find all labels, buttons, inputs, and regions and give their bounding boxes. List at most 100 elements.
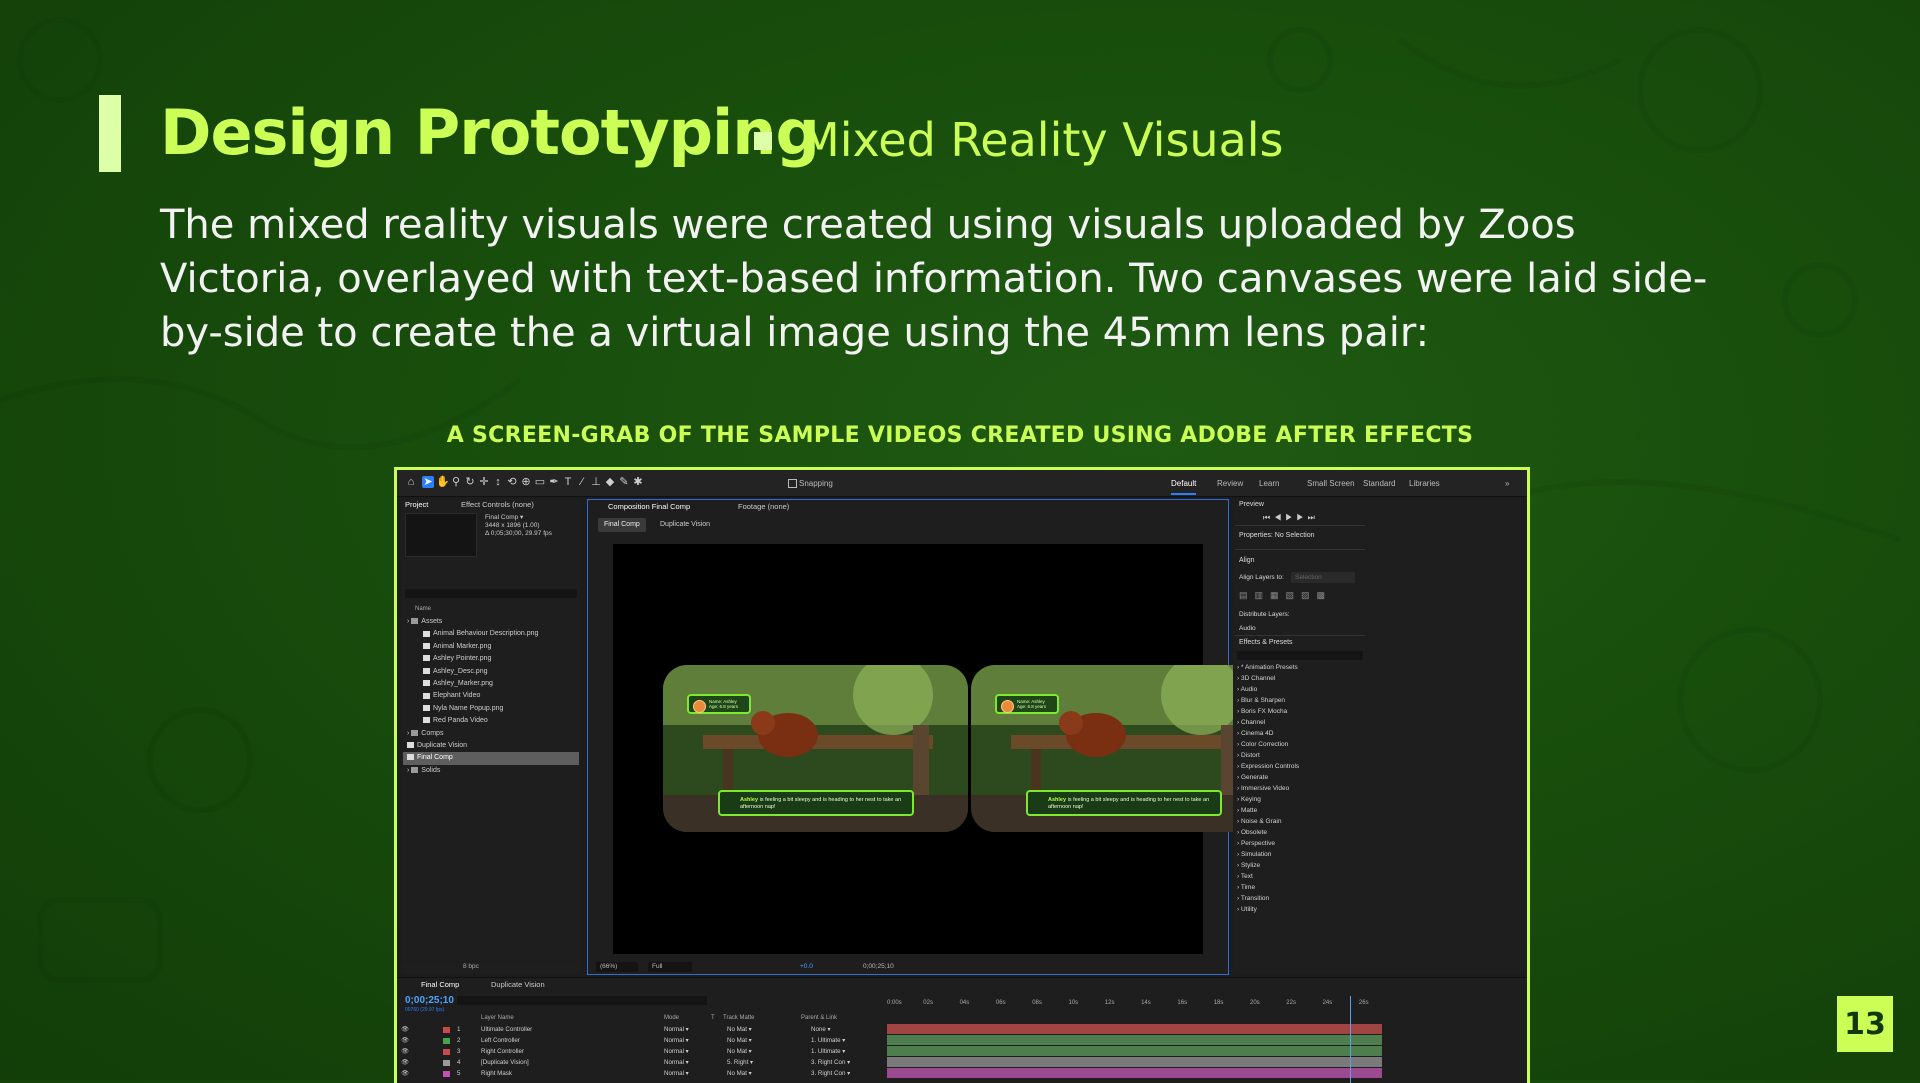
timeline-layer-row[interactable]: 👁 4 [Duplicate Vision] Normal ▾ 5. Right ▾ 3.… bbox=[397, 1057, 882, 1068]
workspace-default[interactable]: Default bbox=[1171, 479, 1197, 495]
tab-timeline-final-comp[interactable]: Final Comp bbox=[421, 980, 459, 989]
workspace-libraries[interactable]: Libraries bbox=[1409, 479, 1440, 488]
align-target-dropdown[interactable]: Selection bbox=[1291, 572, 1355, 583]
resolution-dropdown[interactable]: Full bbox=[648, 962, 692, 972]
effect-category[interactable]: › Boris FX Mocha bbox=[1237, 706, 1367, 717]
project-item[interactable]: Final Comp bbox=[403, 752, 579, 765]
roto-brush-icon[interactable]: ✎ bbox=[618, 476, 630, 488]
parent-dropdown[interactable]: None ▾ bbox=[811, 1024, 831, 1035]
preview-controls[interactable]: ⏮◀▶▶⏭ bbox=[1263, 513, 1319, 523]
align-panel-title[interactable]: Align bbox=[1239, 557, 1255, 564]
orbit-camera-icon[interactable]: ↻ bbox=[464, 476, 476, 488]
project-item[interactable]: Ashley_Marker.png bbox=[403, 678, 579, 690]
eye-icon[interactable]: 👁 bbox=[401, 1057, 409, 1068]
layer-color-label[interactable] bbox=[443, 1038, 450, 1044]
tab-composition[interactable]: Composition Final Comp bbox=[608, 502, 690, 511]
effect-category[interactable]: › Matte bbox=[1237, 805, 1367, 816]
anchor-point-tool-icon[interactable]: ⊕ bbox=[520, 476, 532, 488]
current-time-indicator[interactable] bbox=[1350, 996, 1351, 1083]
effect-category[interactable]: › Audio bbox=[1237, 684, 1367, 695]
parent-dropdown[interactable]: 1. Ultimate ▾ bbox=[811, 1035, 845, 1046]
effect-category[interactable]: › Expression Controls bbox=[1237, 761, 1367, 772]
effect-category[interactable]: › Time bbox=[1237, 882, 1367, 893]
project-item[interactable]: Duplicate Vision bbox=[403, 740, 579, 752]
eraser-icon[interactable]: ◆ bbox=[604, 476, 616, 488]
eye-icon[interactable]: 👁 bbox=[401, 1035, 409, 1046]
effect-category[interactable]: › Color Correction bbox=[1237, 739, 1367, 750]
effect-category[interactable]: › Text bbox=[1237, 871, 1367, 882]
rotate-tool-icon[interactable]: ⟲ bbox=[506, 476, 518, 488]
layer-mode-dropdown[interactable]: Normal ▾ bbox=[664, 1068, 689, 1079]
audio-panel-title[interactable]: Audio bbox=[1239, 625, 1256, 632]
project-item[interactable]: Ashley_Desc.png bbox=[403, 666, 579, 678]
track-matte-dropdown[interactable]: No Mat ▾ bbox=[727, 1035, 752, 1046]
project-item[interactable]: Elephant Video bbox=[403, 690, 579, 702]
type-tool-icon[interactable]: T bbox=[562, 476, 574, 488]
more-workspaces-icon[interactable]: » bbox=[1505, 479, 1509, 488]
tab-project[interactable]: Project bbox=[405, 500, 428, 509]
layer-duration-bar[interactable] bbox=[887, 1046, 1382, 1056]
zoom-tool-icon[interactable]: ⚲ bbox=[450, 476, 462, 488]
puppet-pin-icon[interactable]: ✱ bbox=[632, 476, 644, 488]
layer-color-label[interactable] bbox=[443, 1027, 450, 1033]
parent-dropdown[interactable]: 3. Right Con ▾ bbox=[811, 1057, 850, 1068]
tab-effect-controls[interactable]: Effect Controls (none) bbox=[461, 500, 534, 509]
layer-mode-dropdown[interactable]: Normal ▾ bbox=[664, 1046, 689, 1057]
clone-stamp-icon[interactable]: ⊥ bbox=[590, 476, 602, 488]
project-item[interactable]: › Solids bbox=[403, 765, 579, 777]
align-buttons[interactable]: ▤▥▦▧▨▩ bbox=[1239, 590, 1332, 601]
effects-presets-title[interactable]: Effects & Presets bbox=[1239, 639, 1293, 646]
subtab-final-comp[interactable]: Final Comp bbox=[598, 518, 646, 532]
tab-footage[interactable]: Footage (none) bbox=[738, 502, 789, 511]
timeline-layer-row[interactable]: 👁 5 Right Mask Normal ▾ No Mat ▾ 3. Right Con… bbox=[397, 1068, 882, 1079]
time-ruler[interactable]: 0:00s 02s 04s 06s 08s 10s 12s 14s 16s 18s 20s 22s 24… bbox=[887, 1000, 1387, 1010]
project-search-input[interactable] bbox=[405, 589, 577, 598]
layer-duration-bar[interactable] bbox=[887, 1035, 1382, 1045]
layer-duration-bar[interactable] bbox=[887, 1057, 1382, 1067]
hand-tool-icon[interactable]: ✋ bbox=[436, 476, 450, 488]
layer-duration-bar[interactable] bbox=[887, 1068, 1382, 1078]
layer-color-label[interactable] bbox=[443, 1060, 450, 1066]
track-matte-dropdown[interactable]: No Mat ▾ bbox=[727, 1024, 752, 1035]
eye-icon[interactable]: 👁 bbox=[401, 1024, 409, 1035]
layer-color-label[interactable] bbox=[443, 1049, 450, 1055]
project-item[interactable]: › Assets bbox=[403, 616, 579, 628]
selection-tool-icon[interactable]: ➤ bbox=[422, 476, 434, 488]
timeline-layer-row[interactable]: 👁 2 Left Controller Normal ▾ No Mat ▾ 1. Ulti… bbox=[397, 1035, 882, 1046]
track-matte-dropdown[interactable]: No Mat ▾ bbox=[727, 1046, 752, 1057]
home-icon[interactable]: ⌂ bbox=[405, 476, 417, 488]
layer-duration-bar[interactable] bbox=[887, 1024, 1382, 1034]
eye-icon[interactable]: 👁 bbox=[401, 1068, 409, 1079]
effect-category[interactable]: › Cinema 4D bbox=[1237, 728, 1367, 739]
track-matte-dropdown[interactable]: 5. Right ▾ bbox=[727, 1057, 753, 1068]
subtab-duplicate-vision[interactable]: Duplicate Vision bbox=[654, 518, 716, 532]
name-column-header[interactable]: Name bbox=[415, 606, 431, 612]
effect-category[interactable]: › Obsolete bbox=[1237, 827, 1367, 838]
project-item[interactable]: Ashley Pointer.png bbox=[403, 653, 579, 665]
exposure-value[interactable]: +0.0 bbox=[800, 963, 813, 970]
effects-search-input[interactable] bbox=[1237, 651, 1363, 660]
layer-mode-dropdown[interactable]: Normal ▾ bbox=[664, 1024, 689, 1035]
parent-dropdown[interactable]: 1. Ultimate ▾ bbox=[811, 1046, 845, 1057]
pen-tool-icon[interactable]: ✒ bbox=[548, 476, 560, 488]
selected-item-name[interactable]: Final Comp ▾ bbox=[485, 514, 552, 522]
layer-name[interactable]: Right Mask bbox=[481, 1068, 512, 1079]
effect-category[interactable]: › * Animation Presets bbox=[1237, 662, 1367, 673]
workspace-small-screen[interactable]: Small Screen bbox=[1307, 479, 1355, 488]
tab-timeline-duplicate-vision[interactable]: Duplicate Vision bbox=[491, 980, 545, 989]
layer-name[interactable]: Right Controller bbox=[481, 1046, 524, 1057]
dolly-camera-icon[interactable]: ↕ bbox=[492, 476, 504, 488]
effect-category[interactable]: › Transition bbox=[1237, 893, 1367, 904]
zoom-dropdown[interactable]: (66%) bbox=[596, 962, 638, 972]
project-item[interactable]: Animal Behaviour Description.png bbox=[403, 628, 579, 640]
project-item[interactable]: Nyla Name Popup.png bbox=[403, 703, 579, 715]
layer-name[interactable]: Left Controller bbox=[481, 1035, 520, 1046]
effect-category[interactable]: › Generate bbox=[1237, 772, 1367, 783]
snapping-checkbox[interactable] bbox=[788, 479, 797, 488]
eye-icon[interactable]: 👁 bbox=[401, 1046, 409, 1057]
effect-category[interactable]: › Channel bbox=[1237, 717, 1367, 728]
workspace-standard[interactable]: Standard bbox=[1363, 479, 1395, 488]
bit-depth-button[interactable]: 8 bpc bbox=[463, 963, 479, 970]
timeline-timecode[interactable]: 0;00;25;10 bbox=[405, 995, 454, 1006]
effect-category[interactable]: › Keying bbox=[1237, 794, 1367, 805]
